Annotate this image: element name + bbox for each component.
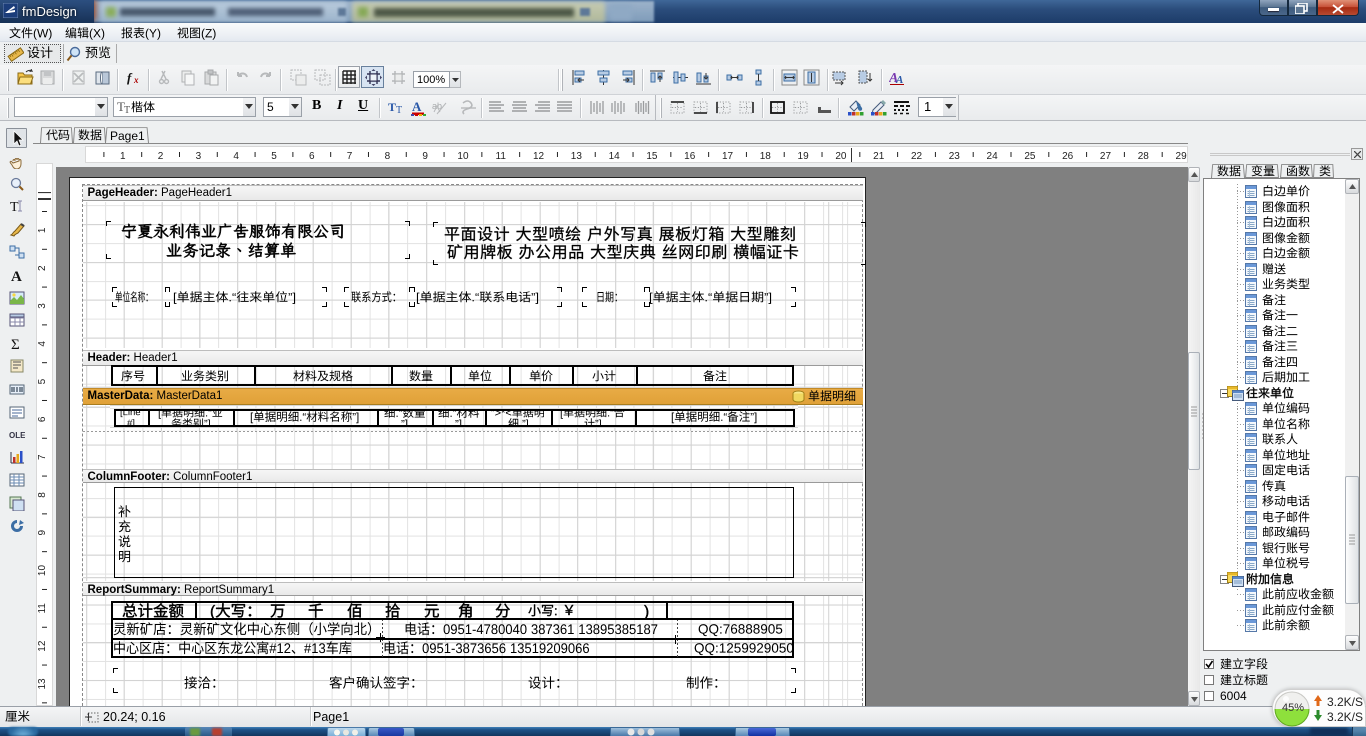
svg-text:28: 28 <box>1138 151 1150 162</box>
svg-text:3: 3 <box>37 303 48 309</box>
svg-text:11: 11 <box>496 151 507 162</box>
svg-text:A: A <box>11 269 22 283</box>
svg-text:9: 9 <box>422 151 428 162</box>
svg-text:20: 20 <box>835 151 847 162</box>
svg-text:27: 27 <box>1100 151 1112 162</box>
svg-text:T: T <box>396 105 402 116</box>
svg-text:12: 12 <box>37 640 48 652</box>
svg-text:19: 19 <box>798 151 810 162</box>
svg-text:1: 1 <box>120 151 126 162</box>
svg-text:1: 1 <box>37 227 48 233</box>
svg-text:13: 13 <box>571 151 583 162</box>
svg-text:7: 7 <box>347 151 353 162</box>
svg-text:29: 29 <box>1176 151 1188 162</box>
svg-text:17: 17 <box>722 151 734 162</box>
svg-text:6: 6 <box>37 416 48 422</box>
svg-text:4: 4 <box>37 341 48 347</box>
svg-text:2: 2 <box>158 151 164 162</box>
svg-text:26: 26 <box>1062 151 1074 162</box>
svg-text:22: 22 <box>911 151 923 162</box>
svg-text:4: 4 <box>233 151 239 162</box>
svg-text:OLE: OLE <box>9 431 25 440</box>
svg-text:25: 25 <box>1024 151 1036 162</box>
svg-text:21: 21 <box>873 151 885 162</box>
svg-text:18: 18 <box>760 151 772 162</box>
svg-text:2: 2 <box>37 265 48 271</box>
svg-text:T: T <box>124 105 130 114</box>
svg-text:23: 23 <box>949 151 961 162</box>
svg-text:5: 5 <box>271 151 277 162</box>
svg-text:6: 6 <box>309 151 315 162</box>
svg-text:13: 13 <box>37 678 48 690</box>
svg-text:f: f <box>127 70 133 85</box>
svg-text:9: 9 <box>37 530 48 536</box>
svg-text:A: A <box>412 99 422 114</box>
svg-text:11: 11 <box>37 603 48 614</box>
svg-text:5: 5 <box>37 378 48 384</box>
svg-text:T: T <box>10 200 19 214</box>
svg-text:24: 24 <box>987 151 999 162</box>
svg-text:14: 14 <box>609 151 621 162</box>
svg-text:10: 10 <box>457 151 469 162</box>
svg-text:3: 3 <box>196 151 202 162</box>
svg-text:10: 10 <box>37 565 48 577</box>
svg-text:7: 7 <box>37 454 48 460</box>
svg-text:8: 8 <box>37 492 48 498</box>
svg-text:T: T <box>388 100 396 114</box>
svg-text:Σ: Σ <box>11 337 20 351</box>
svg-text:16: 16 <box>684 151 696 162</box>
svg-text:8: 8 <box>385 151 391 162</box>
svg-text:15: 15 <box>646 151 658 162</box>
svg-text:x: x <box>133 75 139 85</box>
svg-text:12: 12 <box>533 151 545 162</box>
